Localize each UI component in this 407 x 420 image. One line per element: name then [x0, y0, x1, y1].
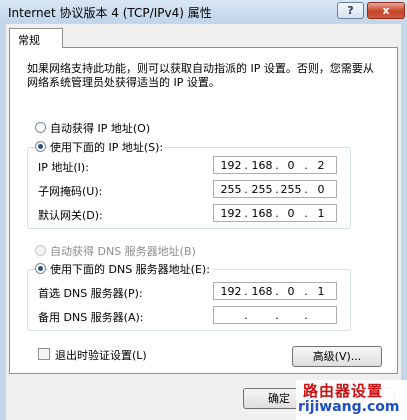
octet: 0 — [287, 159, 295, 172]
default-gateway-label: 默认网关(D): — [38, 209, 103, 222]
help-button[interactable]: ? — [337, 2, 364, 19]
watermark-title: 路由器设置 — [303, 382, 384, 400]
description-text: 如果网络支持此功能，则可以获取自动指派的 IP 设置。否则，您需要从网络系统管理… — [27, 62, 374, 89]
alternate-dns-label: 备用 DNS 服务器(A): — [38, 311, 144, 324]
ip-address-input[interactable]: 192 . 168 . 0 . 2 — [213, 156, 337, 174]
octet-dot: . — [244, 207, 248, 220]
dns-manual-label[interactable]: 使用下面的 DNS 服务器地址(E): — [48, 261, 212, 277]
octet: 255 — [280, 183, 302, 196]
octet-dot: . — [244, 309, 248, 322]
dns-auto-radio[interactable] — [35, 245, 46, 256]
octet-dot: . — [244, 285, 248, 298]
preferred-dns-label: 首选 DNS 服务器(P): — [38, 287, 143, 300]
tab-general[interactable]: 常规 — [9, 28, 63, 48]
ip-address-label: IP 地址(I): — [38, 161, 89, 174]
octet-dot: . — [304, 183, 308, 196]
octet: 255 — [251, 183, 273, 196]
octet: 192 — [220, 207, 242, 220]
close-button[interactable]: x — [367, 2, 405, 19]
octet-dot: . — [304, 309, 308, 322]
octet: 1 — [317, 285, 325, 298]
octet: 168 — [251, 159, 273, 172]
octet: 192 — [220, 285, 242, 298]
default-gateway-input[interactable]: 192 . 168 . 0 . 1 — [213, 204, 337, 222]
octet: 2 — [317, 159, 325, 172]
alternate-dns-input[interactable]: . . . — [213, 306, 337, 324]
ip-auto-label[interactable]: 自动获得 IP 地址(O) — [48, 120, 153, 136]
dns-auto-label[interactable]: 自动获得 DNS 服务器地址(B) — [48, 243, 198, 259]
subnet-mask-input[interactable]: 255 . 255 . 255 . 0 — [213, 180, 337, 198]
octet-dot: . — [304, 285, 308, 298]
dns-manual-radio[interactable] — [35, 263, 46, 274]
octet: 0 — [287, 285, 295, 298]
advanced-button[interactable]: 高级(V)... — [292, 346, 382, 367]
octet: 0 — [287, 207, 295, 220]
octet: 1 — [317, 207, 325, 220]
octet: 0 — [317, 183, 325, 196]
ip-manual-radio[interactable] — [35, 141, 46, 152]
ip-auto-radio[interactable] — [35, 122, 46, 133]
octet: 168 — [251, 207, 273, 220]
subnet-mask-label: 子网掩码(U): — [38, 185, 103, 198]
ip-manual-label[interactable]: 使用下面的 IP 地址(S): — [48, 139, 166, 155]
window-title: Internet 协议版本 4 (TCP/IPv4) 属性 — [8, 6, 212, 20]
octet: 192 — [220, 159, 242, 172]
octet-dot: . — [275, 309, 279, 322]
octet: 255 — [220, 183, 242, 196]
validate-on-exit-label[interactable]: 退出时验证设置(L) — [55, 347, 147, 363]
preferred-dns-input[interactable]: 192 . 168 . 0 . 1 — [213, 282, 337, 300]
octet-dot: . — [304, 207, 308, 220]
octet-dot: . — [244, 159, 248, 172]
watermark-url: rijiwang.com — [298, 399, 400, 415]
validate-on-exit-checkbox[interactable] — [38, 348, 50, 360]
octet: 168 — [251, 285, 273, 298]
octet-dot: . — [304, 159, 308, 172]
octet-dot: . — [244, 183, 248, 196]
